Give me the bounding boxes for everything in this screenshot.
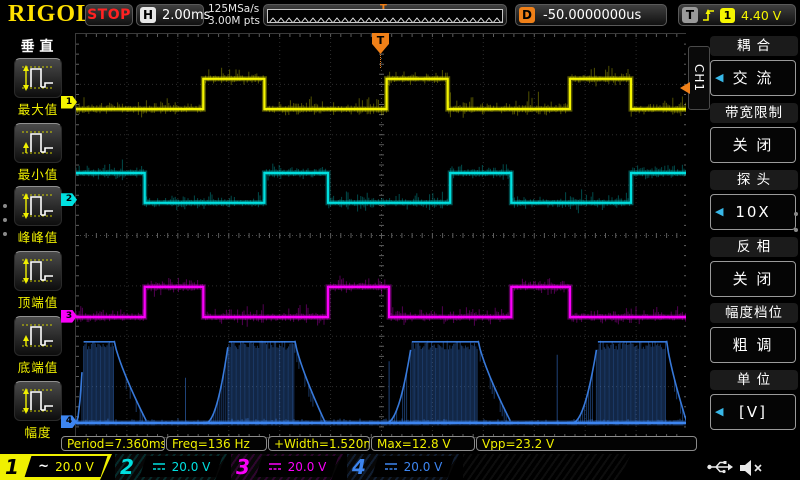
rigol-logo: RIGOL bbox=[8, 1, 93, 28]
measurement-pwidth: +Width=1.520ms bbox=[268, 436, 370, 451]
page-dot bbox=[3, 218, 7, 222]
trigger-level-marker[interactable] bbox=[680, 82, 690, 94]
trigger-icon: T bbox=[682, 7, 698, 23]
page-dot bbox=[794, 212, 798, 216]
trigger-level-value: 4.40 V bbox=[741, 8, 781, 23]
preview-window bbox=[267, 9, 503, 23]
trigger-source-badge: 1 bbox=[720, 8, 735, 23]
measure-vpp-button[interactable] bbox=[14, 186, 62, 226]
measure-vpp-label: 峰峰值 bbox=[11, 227, 65, 246]
probe-button[interactable]: ◀10X bbox=[710, 194, 796, 230]
channel-menu: CH1 耦 合 ◀交 流 带宽限制 关 闭 探 头 ◀10X 反 相 关 闭 幅… bbox=[686, 30, 800, 452]
channel-2-status[interactable]: 2 20.0 V bbox=[115, 454, 227, 480]
trigger-position-line bbox=[380, 55, 381, 68]
measurement-max: Max=12.8 V bbox=[371, 436, 475, 451]
volts-scale-mode-header: 幅度档位 bbox=[710, 303, 798, 323]
horizontal-icon: H bbox=[140, 7, 156, 23]
channel-4-scale: 20.0 V bbox=[404, 460, 443, 474]
delay-icon: D bbox=[519, 7, 535, 23]
delay-box: D -50.0000000us bbox=[515, 4, 667, 26]
measure-vtop-button[interactable] bbox=[14, 251, 62, 291]
left-menu-title: 垂 直 bbox=[0, 36, 74, 56]
bandwidth-limit-header: 带宽限制 bbox=[710, 103, 798, 123]
preview-wave-icon bbox=[268, 15, 503, 23]
channel-bar-trailing bbox=[463, 454, 631, 480]
ac-coupling-icon: ~ bbox=[38, 462, 49, 472]
horizontal-scale-box: H 2.00ms bbox=[136, 4, 204, 26]
measure-menu: 垂 直 最大值 最小值 峰峰值 顶端值 底端值 幅度 bbox=[0, 30, 74, 452]
unit-header: 单 位 bbox=[710, 370, 798, 390]
page-dot bbox=[3, 232, 7, 236]
measure-vamp-button[interactable] bbox=[14, 381, 62, 421]
channel-2-scale: 20.0 V bbox=[172, 460, 211, 474]
measure-vbase-button[interactable] bbox=[14, 316, 62, 356]
channel-4-status[interactable]: 4 20.0 V bbox=[347, 454, 459, 480]
measure-vmin-button[interactable] bbox=[14, 123, 62, 163]
menu-channel-tab: CH1 bbox=[688, 46, 710, 110]
measurement-bar: Period=7.360ms Freq=136 Hz +Width=1.520m… bbox=[0, 436, 800, 453]
dc-coupling-icon bbox=[152, 462, 166, 471]
coupling-header: 耦 合 bbox=[710, 36, 798, 56]
coupling-button[interactable]: ◀交 流 bbox=[710, 60, 796, 96]
left-arrow-icon: ◀ bbox=[715, 195, 725, 229]
channel-1-status[interactable]: 1 ~ 20.0 V bbox=[0, 454, 112, 480]
unit-button[interactable]: ◀[V] bbox=[710, 394, 796, 430]
run-state-badge[interactable]: STOP bbox=[85, 4, 133, 26]
top-status-bar: RIGOL STOP H 2.00ms 125MSa/s 3.00M pts T… bbox=[0, 0, 800, 30]
measure-vmax-button[interactable] bbox=[14, 58, 62, 98]
oscilloscope-screen: RIGOL STOP H 2.00ms 125MSa/s 3.00M pts T… bbox=[0, 0, 800, 480]
measurement-freq: Freq=136 Hz bbox=[166, 436, 267, 451]
channel-3-scale: 20.0 V bbox=[288, 460, 327, 474]
bandwidth-limit-button[interactable]: 关 闭 bbox=[710, 127, 796, 163]
probe-header: 探 头 bbox=[710, 170, 798, 190]
timebase-value: 2.00ms bbox=[162, 8, 210, 23]
measurement-vpp: Vpp=23.2 V bbox=[476, 436, 697, 451]
channel-1-scale: 20.0 V bbox=[55, 460, 94, 474]
acquisition-info: 125MSa/s 3.00M pts bbox=[208, 3, 260, 27]
invert-header: 反 相 bbox=[710, 237, 798, 257]
rising-edge-icon bbox=[702, 8, 716, 23]
delay-value: -50.0000000us bbox=[543, 8, 641, 23]
volts-scale-mode-button[interactable]: 粗 调 bbox=[710, 327, 796, 363]
measure-vbase-label: 底端值 bbox=[11, 357, 65, 376]
channel-3-status[interactable]: 3 20.0 V bbox=[231, 454, 343, 480]
left-arrow-icon: ◀ bbox=[715, 61, 725, 95]
usb-icon bbox=[706, 458, 734, 476]
measurement-period: Period=7.360ms bbox=[61, 436, 165, 451]
dc-coupling-icon bbox=[268, 462, 282, 471]
memory-depth: 3.00M pts bbox=[208, 15, 260, 27]
waveform-preview-bar[interactable]: T bbox=[263, 4, 507, 26]
speaker-muted-icon bbox=[738, 458, 764, 478]
measure-vmin-label: 最小值 bbox=[11, 164, 65, 183]
page-dot bbox=[3, 204, 7, 208]
left-arrow-icon: ◀ bbox=[715, 395, 725, 429]
sample-rate: 125MSa/s bbox=[208, 3, 260, 15]
trigger-box: T 1 4.40 V bbox=[678, 4, 796, 26]
waveform-display bbox=[75, 33, 688, 438]
page-dot bbox=[794, 228, 798, 232]
dc-coupling-icon bbox=[384, 462, 398, 471]
channel-status-bar: 1 ~ 20.0 V 2 20.0 V 3 20.0 V 4 20.0 bbox=[0, 454, 800, 480]
invert-button[interactable]: 关 闭 bbox=[710, 261, 796, 297]
measure-vmax-label: 最大值 bbox=[11, 99, 65, 118]
measure-vtop-label: 顶端值 bbox=[11, 292, 65, 311]
